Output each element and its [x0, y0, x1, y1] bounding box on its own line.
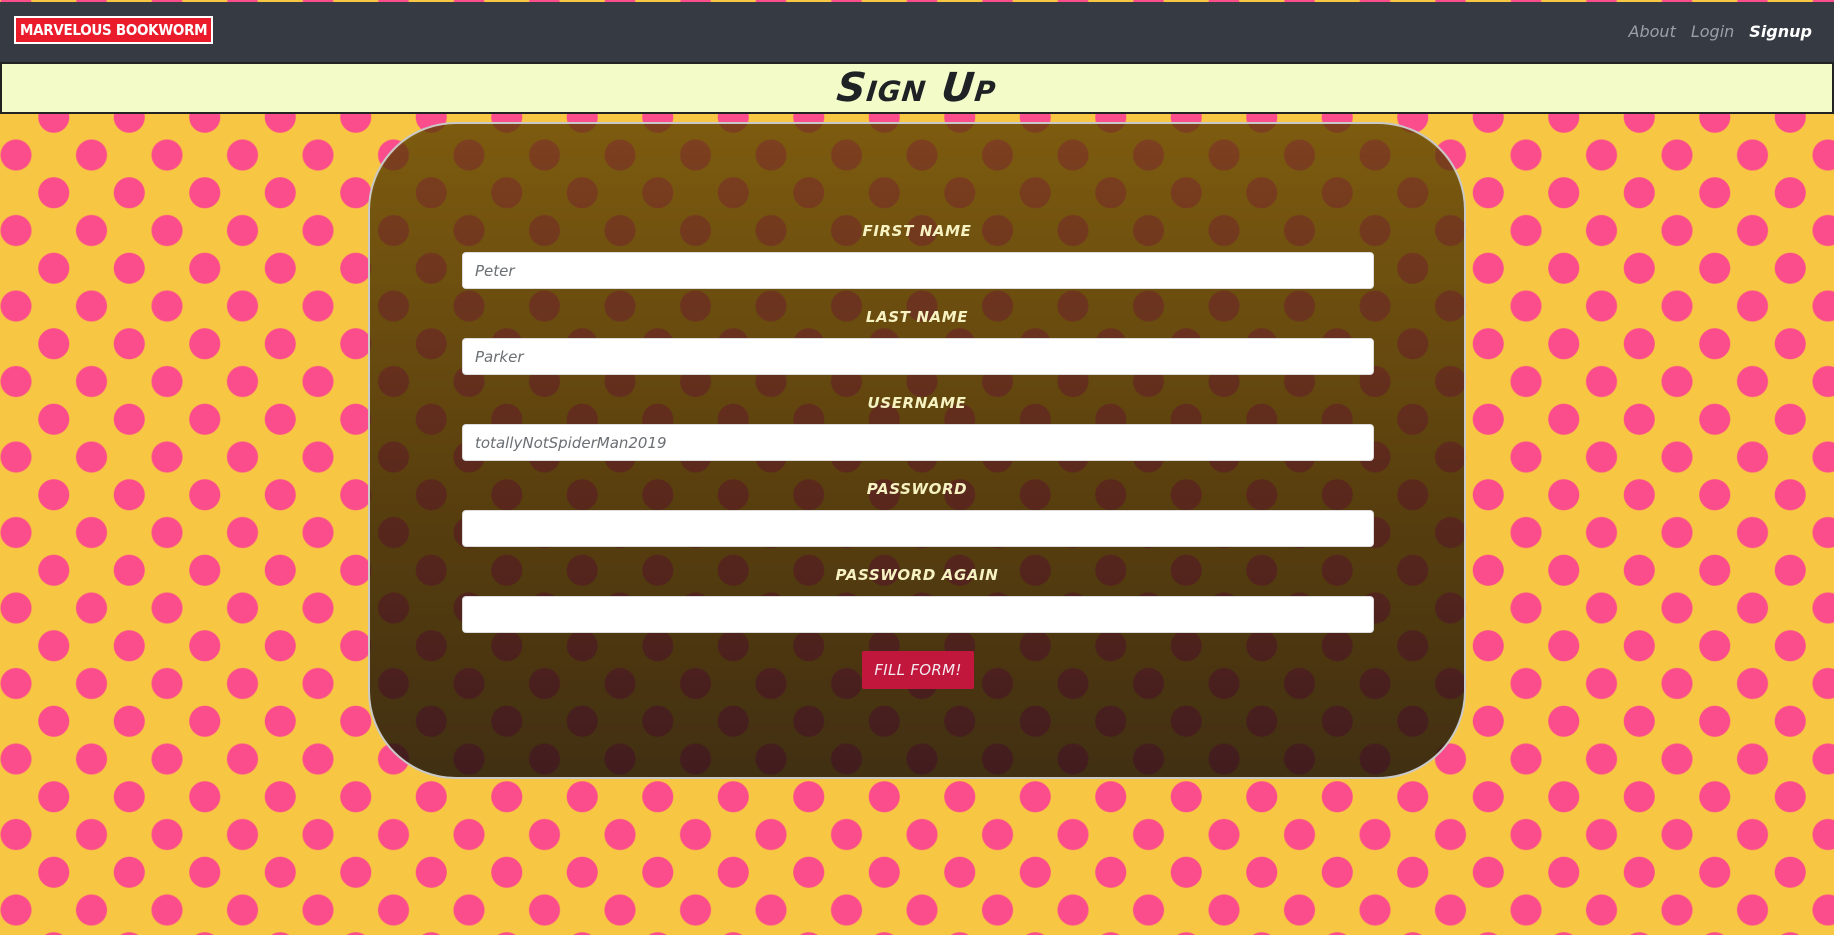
password-again-label: PASSWORD AGAIN [835, 566, 999, 584]
page-title: Sign Up [834, 65, 1000, 111]
last-name-label: LAST NAME [865, 308, 969, 326]
password-again-input[interactable] [462, 596, 1374, 633]
nav-link-login[interactable]: Login [1691, 22, 1734, 41]
password-label: PASSWORD [866, 480, 968, 498]
nav-link-signup[interactable]: Signup [1749, 22, 1812, 41]
last-name-input[interactable] [462, 338, 1374, 375]
brand-logo[interactable]: MARVELOUS BOOKWORM [14, 16, 214, 44]
nav-link-about[interactable]: About [1629, 22, 1676, 41]
username-label: USERNAME [867, 394, 967, 412]
first-name-input[interactable] [462, 252, 1374, 289]
signup-form: FIRST NAME LAST NAME USERNAME PASSWORD P… [368, 122, 1466, 779]
fill-form-button[interactable]: FILL FORM! [862, 651, 974, 689]
title-bar: Sign Up [0, 62, 1834, 114]
username-input[interactable] [462, 424, 1374, 461]
nav-links: About Login Signup [1629, 22, 1812, 41]
password-input[interactable] [462, 510, 1374, 547]
top-navbar: MARVELOUS BOOKWORM About Login Signup [0, 2, 1834, 63]
first-name-label: FIRST NAME [862, 222, 972, 240]
